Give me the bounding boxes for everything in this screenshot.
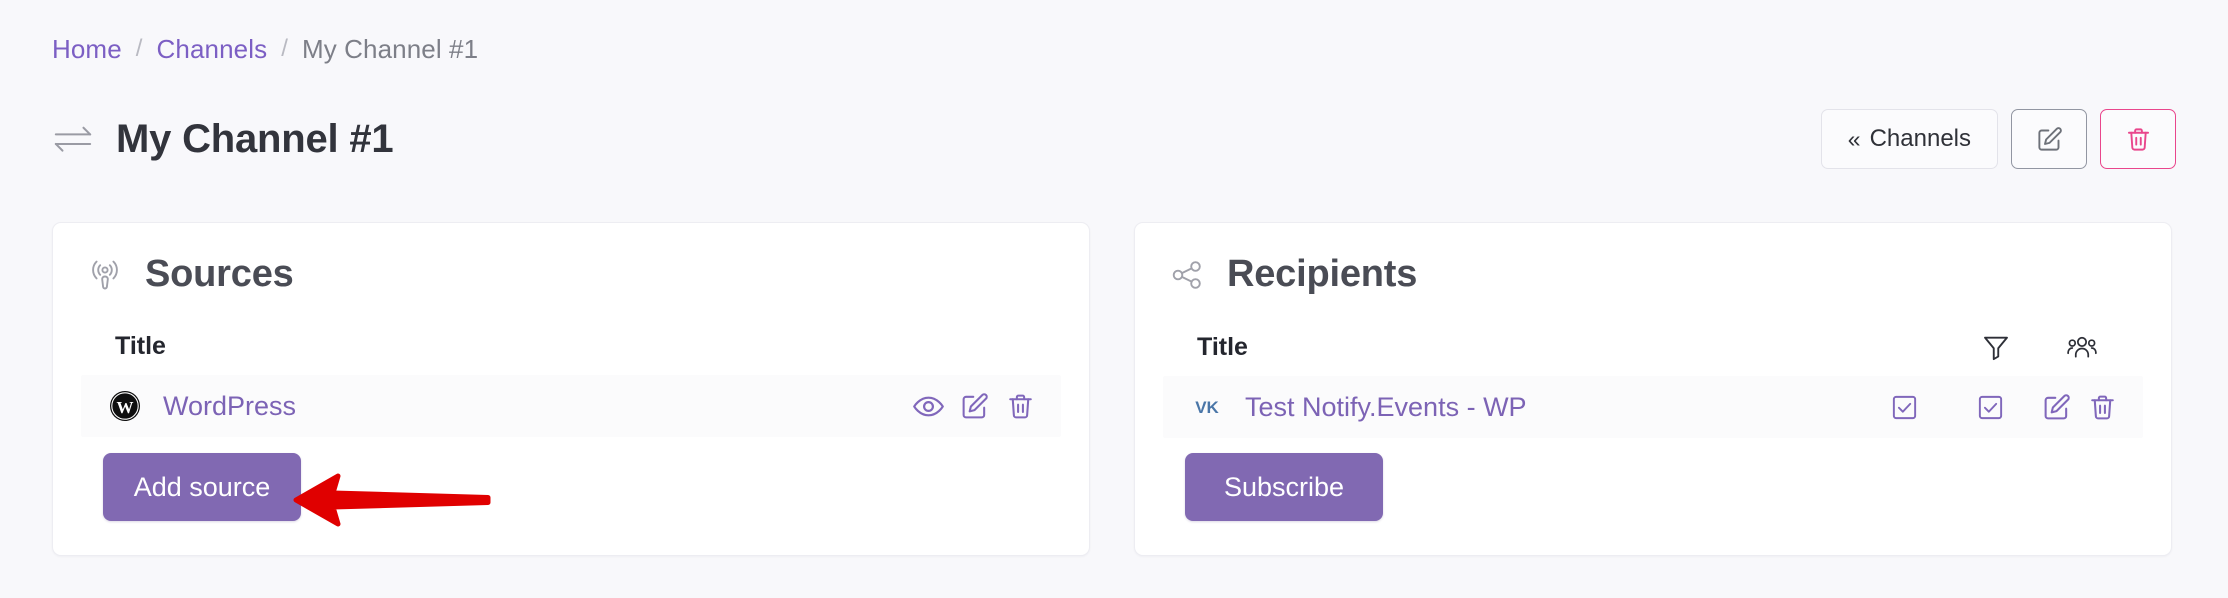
recipient-link[interactable]: Test Notify.Events - WP bbox=[1245, 392, 1527, 423]
add-source-button[interactable]: Add source bbox=[103, 453, 301, 521]
recipients-card: Recipients Title VK Test Notify.Events -… bbox=[1134, 222, 2172, 556]
double-chevron-left-icon: « bbox=[1847, 125, 1861, 152]
recipients-table-header: Title bbox=[1163, 332, 2143, 362]
page-title: My Channel #1 bbox=[116, 116, 394, 161]
exchange-arrows-icon bbox=[52, 122, 94, 156]
page-header: My Channel #1 « Channels bbox=[52, 108, 2176, 170]
wordpress-icon: W bbox=[103, 390, 147, 422]
trash-icon[interactable] bbox=[997, 392, 1043, 421]
vk-icon: VK bbox=[1185, 395, 1229, 419]
table-row[interactable]: VK Test Notify.Events - WP bbox=[1163, 376, 2143, 438]
header-actions: « Channels bbox=[1820, 109, 2176, 169]
delete-channel-button[interactable] bbox=[2100, 109, 2176, 169]
back-to-channels-label: Channels bbox=[1869, 125, 1971, 152]
edit-channel-button[interactable] bbox=[2011, 109, 2087, 169]
breadcrumb-separator: / bbox=[135, 35, 143, 62]
breadcrumb-separator: / bbox=[281, 35, 288, 62]
breadcrumb: Home / Channels / My Channel #1 bbox=[52, 36, 478, 62]
source-link[interactable]: WordPress bbox=[163, 391, 296, 422]
breadcrumb-item-home[interactable]: Home bbox=[52, 36, 122, 62]
filter-funnel-icon bbox=[1953, 332, 2039, 362]
trash-icon bbox=[2125, 126, 2152, 153]
recipients-table: Title VK Test Notify.Events - WP bbox=[1163, 332, 2143, 438]
edit-pencil-icon bbox=[2036, 126, 2063, 153]
cards-container: Sources Title W WordPress Add source Rec… bbox=[52, 222, 2172, 556]
breadcrumb-item-channels[interactable]: Channels bbox=[157, 36, 268, 62]
edit-pencil-icon[interactable] bbox=[951, 392, 997, 421]
share-nodes-icon bbox=[1167, 255, 1207, 295]
trash-icon[interactable] bbox=[2079, 393, 2125, 422]
sources-card: Sources Title W WordPress Add source bbox=[52, 222, 1090, 556]
column-header-title: Title bbox=[115, 332, 166, 360]
checkbox-checked-icon-filter[interactable] bbox=[1861, 393, 1947, 422]
broadcast-podcast-icon bbox=[85, 255, 125, 295]
sources-table-header: Title bbox=[81, 332, 1061, 361]
back-to-channels-button[interactable]: « Channels bbox=[1820, 109, 1998, 169]
eye-icon[interactable] bbox=[905, 390, 951, 423]
edit-pencil-icon[interactable] bbox=[2033, 393, 2079, 422]
recipient-row-actions bbox=[1861, 393, 2125, 422]
table-row[interactable]: W WordPress bbox=[81, 375, 1061, 437]
sources-card-header: Sources bbox=[81, 253, 1061, 296]
subscribe-button[interactable]: Subscribe bbox=[1185, 453, 1383, 521]
sources-card-title: Sources bbox=[145, 253, 294, 295]
recipients-column-icons bbox=[1953, 332, 2125, 362]
people-group-icon bbox=[2039, 332, 2125, 362]
recipients-card-header: Recipients bbox=[1163, 253, 2143, 296]
channel-detail-page: Home / Channels / My Channel #1 My Chann… bbox=[0, 0, 2228, 598]
source-row-actions bbox=[905, 390, 1043, 423]
sources-table: Title W WordPress bbox=[81, 332, 1061, 437]
svg-text:W: W bbox=[117, 398, 134, 417]
checkbox-checked-icon-people[interactable] bbox=[1947, 393, 2033, 422]
column-header-title: Title bbox=[1197, 332, 1248, 361]
breadcrumb-item-current: My Channel #1 bbox=[301, 34, 479, 64]
svg-text:VK: VK bbox=[1195, 398, 1219, 417]
recipients-card-title: Recipients bbox=[1227, 253, 1418, 295]
